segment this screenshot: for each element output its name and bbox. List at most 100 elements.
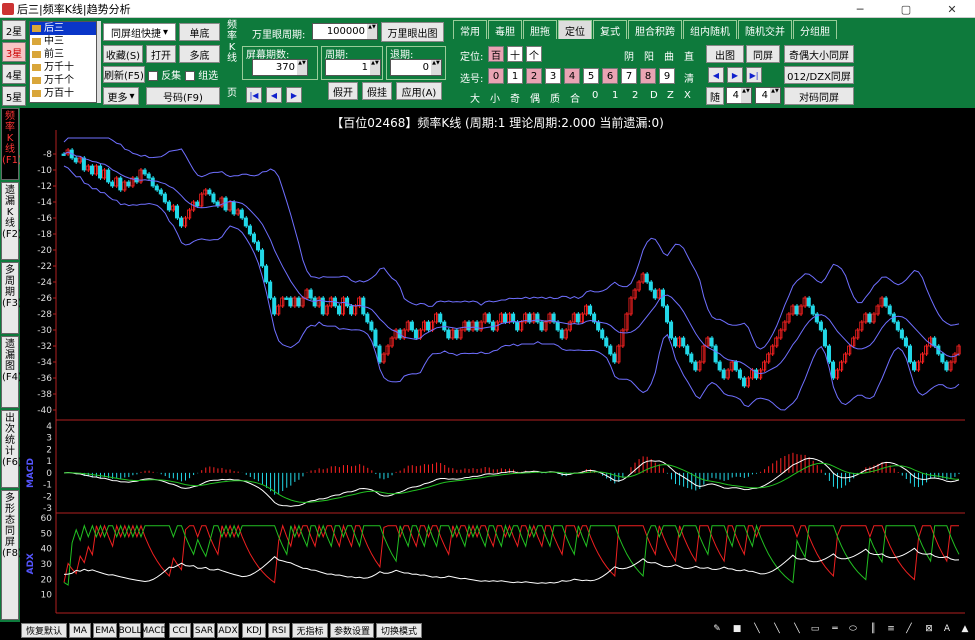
x-button[interactable]: X xyxy=(684,90,691,101)
maximize-button[interactable]: ▢ xyxy=(883,0,929,18)
star-4-button[interactable]: 4星 xyxy=(2,64,26,84)
tab-dantuo[interactable]: 胆拖 xyxy=(523,20,557,39)
cross-tool-icon[interactable]: ⊠ xyxy=(922,624,936,637)
list-item[interactable]: 万百十 xyxy=(30,87,96,100)
position-units-button[interactable]: 个 xyxy=(526,46,542,62)
tab-combo[interactable]: 胆合积跨 xyxy=(628,20,682,39)
refresh-button[interactable]: 刷新(F5) xyxy=(103,66,145,83)
star-2-button[interactable]: 2星 xyxy=(2,20,26,40)
apply-button[interactable]: 应用(A) xyxy=(396,82,442,100)
sidebar-item-multi-form[interactable]: 多形态同屏(F8) xyxy=(1,490,22,620)
sidebar-item-miss-k[interactable]: 遗漏K线(F2) xyxy=(1,182,22,260)
multi-button[interactable]: 多底 xyxy=(179,45,220,63)
params-button[interactable]: 参数设置 xyxy=(330,623,374,638)
shortcut-combo[interactable]: 同屏组快捷 ▾ xyxy=(103,23,176,41)
position-listbox[interactable]: 后三 中三 前三 万千十 万千个 万百十 xyxy=(29,21,97,103)
chart-canvas[interactable]: -8-10-12-14-16-18-20-22-24-26-28-30-32-3… xyxy=(20,108,975,622)
digit-2-button[interactable]: 2 xyxy=(526,68,542,84)
tab-group-dan[interactable]: 分组胆 xyxy=(793,20,837,39)
big-button[interactable]: 大 xyxy=(470,90,480,105)
digit-9-button[interactable]: 9 xyxy=(659,68,675,84)
clear-button[interactable]: 清 xyxy=(684,70,694,85)
tab-random-union[interactable]: 随机交并 xyxy=(738,20,792,39)
star-3-button[interactable]: 3星 xyxy=(2,42,26,62)
tab-compound[interactable]: 复式 xyxy=(593,20,627,39)
vlines-tool-icon[interactable]: ║ xyxy=(866,624,880,637)
cci-button[interactable]: CCI xyxy=(169,623,191,638)
wanli-cycle-input[interactable]: 100000 xyxy=(312,23,378,40)
boll-button[interactable]: BOLL xyxy=(118,623,142,638)
rsi-button[interactable]: RSI xyxy=(268,623,290,638)
ray-tool-icon[interactable]: ╲ xyxy=(770,624,784,637)
next-page-icon[interactable]: ▶ xyxy=(286,87,302,103)
list-item[interactable]: 万千个 xyxy=(30,74,96,87)
segment-tool-icon[interactable]: ╲ xyxy=(790,624,804,637)
palette-icon[interactable]: ✎ xyxy=(710,624,724,637)
channel-tool-icon[interactable]: ≡ xyxy=(884,624,898,637)
fake-hang-button[interactable]: 假挂 xyxy=(362,82,392,100)
first-page-icon[interactable]: |◀ xyxy=(246,87,262,103)
back-input[interactable]: 0 xyxy=(390,59,442,76)
ma-button[interactable]: MA xyxy=(69,623,91,638)
restore-default-button[interactable]: 恢复默认 xyxy=(21,623,67,638)
digit-1-button[interactable]: 1 xyxy=(507,68,523,84)
pair-code-button[interactable]: 对码同屏 xyxy=(784,87,854,105)
close-button[interactable]: ✕ xyxy=(929,0,975,18)
sidebar-item-miss-chart[interactable]: 遗漏图(F4) xyxy=(1,336,22,408)
out-chart-button[interactable]: 出图 xyxy=(706,45,744,63)
line-tool-icon[interactable]: ╲ xyxy=(750,624,764,637)
digit-3-button[interactable]: 3 xyxy=(545,68,561,84)
kdj-button[interactable]: KDJ xyxy=(242,623,266,638)
last-icon[interactable]: ▶| xyxy=(746,67,762,83)
wanli-chart-button[interactable]: 万里眼出图 xyxy=(381,22,444,42)
mod0-button[interactable]: 0 xyxy=(592,90,598,101)
even-button[interactable]: 偶 xyxy=(530,90,540,105)
group-checkbox[interactable]: 组选 xyxy=(185,67,218,82)
random-b-input[interactable]: 4 xyxy=(755,87,781,104)
single-button[interactable]: 单底 xyxy=(179,23,220,41)
dzx-button[interactable]: 012/DZX同屏 xyxy=(784,66,854,84)
tab-common[interactable]: 常用 xyxy=(453,20,487,39)
composite-button[interactable]: 合 xyxy=(570,90,580,105)
sar-button[interactable]: SAR xyxy=(193,623,215,638)
z-button[interactable]: Z xyxy=(667,90,674,101)
small-button[interactable]: 小 xyxy=(490,90,500,105)
star-5-button[interactable]: 5星 xyxy=(2,86,26,106)
macd-button[interactable]: MACD xyxy=(141,623,168,638)
digit-7-button[interactable]: 7 xyxy=(621,68,637,84)
square-icon[interactable]: ■ xyxy=(730,624,744,637)
listbox-scrollbar[interactable] xyxy=(97,21,101,103)
digit-6-button[interactable]: 6 xyxy=(602,68,618,84)
prime-button[interactable]: 质 xyxy=(550,90,560,105)
list-item[interactable]: 后三 xyxy=(30,22,96,35)
text-tool-icon[interactable]: A xyxy=(940,624,954,637)
next-icon[interactable]: ▶ xyxy=(727,67,743,83)
odd-even-size-button[interactable]: 奇偶大小同屏 xyxy=(784,45,854,63)
list-item[interactable]: 中三 xyxy=(30,35,96,48)
more-button[interactable]: 更多 ▾ xyxy=(103,87,139,105)
switch-mode-button[interactable]: 切换模式 xyxy=(376,623,422,638)
digit-8-button[interactable]: 8 xyxy=(640,68,656,84)
list-item[interactable]: 万千十 xyxy=(30,61,96,74)
sidebar-item-multi-cycle[interactable]: 多周期(F3) xyxy=(1,262,22,334)
up-arrow-icon[interactable]: ▲ xyxy=(958,624,972,637)
digit-4-button[interactable]: 4 xyxy=(564,68,580,84)
digit-5-button[interactable]: 5 xyxy=(583,68,599,84)
collect-button[interactable]: 收藏(S) xyxy=(103,45,143,63)
fib-tool-icon[interactable]: ╱ xyxy=(902,624,916,637)
rect-tool-icon[interactable]: ▭ xyxy=(808,624,822,637)
same-screen-button[interactable]: 同屏 xyxy=(746,45,780,63)
mod2-button[interactable]: 2 xyxy=(632,90,638,101)
hline-tool-icon[interactable]: ═ xyxy=(828,624,842,637)
minimize-button[interactable]: ─ xyxy=(837,0,883,18)
no-indicator-button[interactable]: 无指标 xyxy=(292,623,328,638)
random-a-input[interactable]: 4 xyxy=(726,87,752,104)
screen-periods-input[interactable]: 370 xyxy=(252,59,308,76)
cycle-input[interactable]: 1 xyxy=(325,59,381,76)
ellipse-tool-icon[interactable]: ⬭ xyxy=(846,624,860,637)
prev-page-icon[interactable]: ◀ xyxy=(266,87,282,103)
position-tens-button[interactable]: 十 xyxy=(507,46,523,62)
ema-button[interactable]: EMA xyxy=(93,623,117,638)
adx-button[interactable]: ADX xyxy=(217,623,239,638)
tab-position[interactable]: 定位 xyxy=(558,20,592,39)
